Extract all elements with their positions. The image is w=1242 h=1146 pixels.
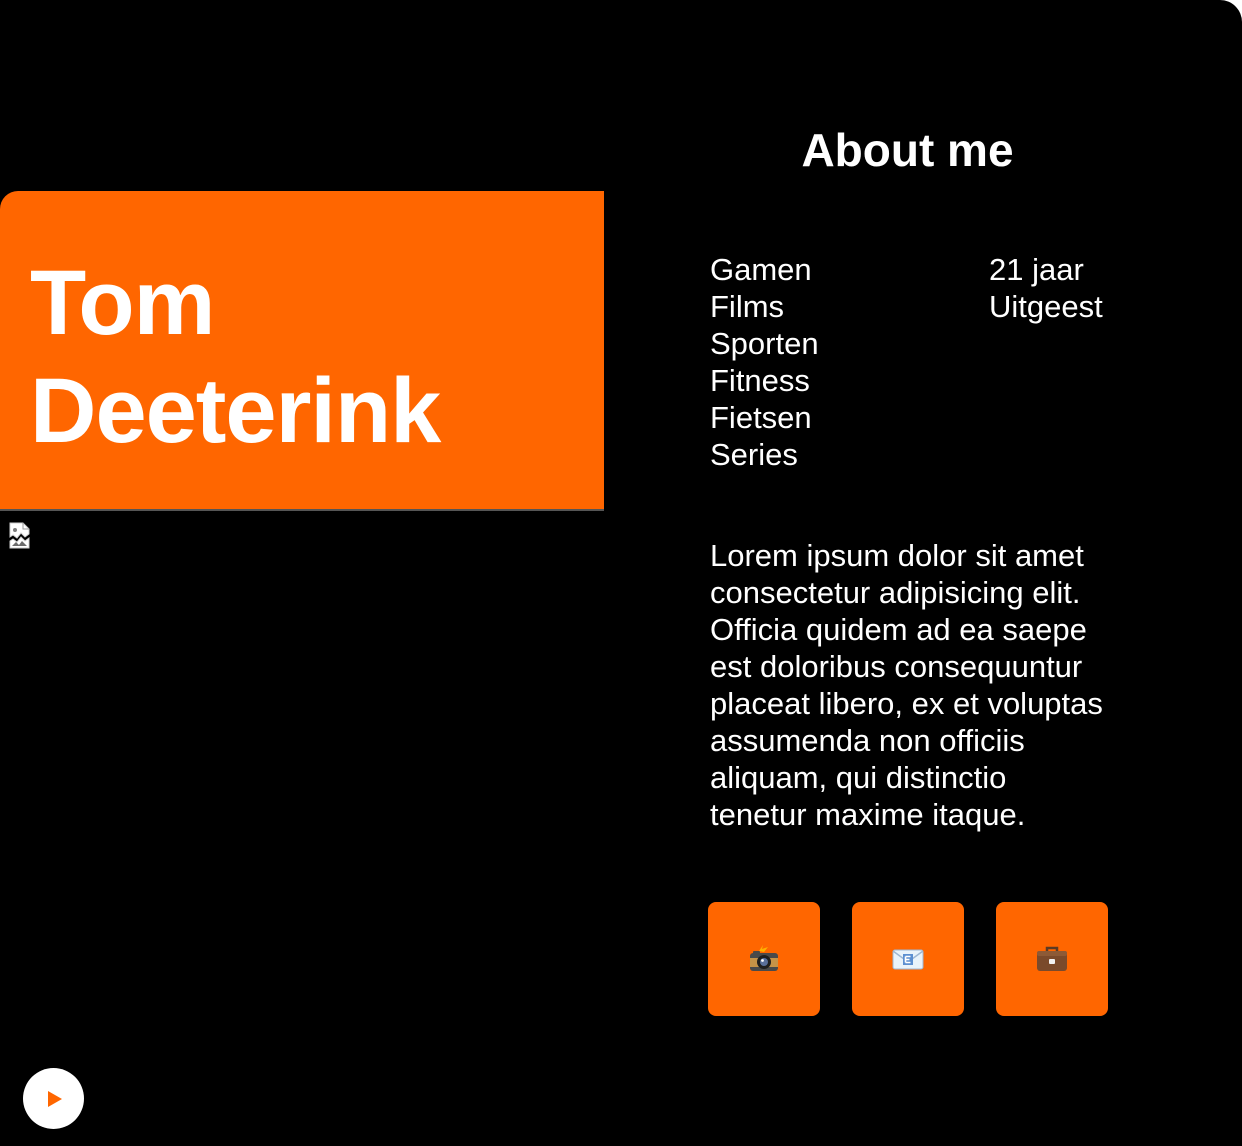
email-icon — [892, 949, 924, 970]
play-icon — [47, 1090, 62, 1107]
bio-text: Lorem ipsum dolor sit amet consectetur a… — [710, 538, 1103, 832]
email-link-button[interactable] — [852, 902, 964, 1016]
hobbies-list: Gamen Films Sporten Fitness Fietsen Seri… — [710, 251, 819, 473]
hobby-item: Sporten — [710, 326, 819, 361]
hobby-item: Films — [710, 289, 785, 324]
portfolio-link-button[interactable] — [996, 902, 1108, 1016]
name-card: Tom Deeterink — [0, 191, 604, 511]
hobby-item: Fietsen — [710, 400, 812, 435]
hobby-item: Series — [710, 437, 798, 472]
hobby-item: Gamen — [710, 252, 812, 287]
play-button[interactable] — [23, 1068, 84, 1129]
about-title: About me — [801, 124, 1014, 176]
camera-with-flash-icon — [750, 945, 778, 971]
briefcase-icon — [1037, 946, 1067, 971]
page: Tom Deeterink About me Gamen Films Sport… — [0, 0, 1242, 1146]
broken-image-icon — [8, 521, 32, 549]
personal-facts-list: 21 jaar Uitgeest — [989, 251, 1103, 325]
instagram-link-button[interactable] — [708, 902, 820, 1016]
profile-name: Tom Deeterink — [30, 252, 441, 462]
fact-age: 21 jaar — [989, 252, 1084, 287]
fact-location: Uitgeest — [989, 289, 1103, 324]
hobby-item: Fitness — [710, 363, 810, 398]
